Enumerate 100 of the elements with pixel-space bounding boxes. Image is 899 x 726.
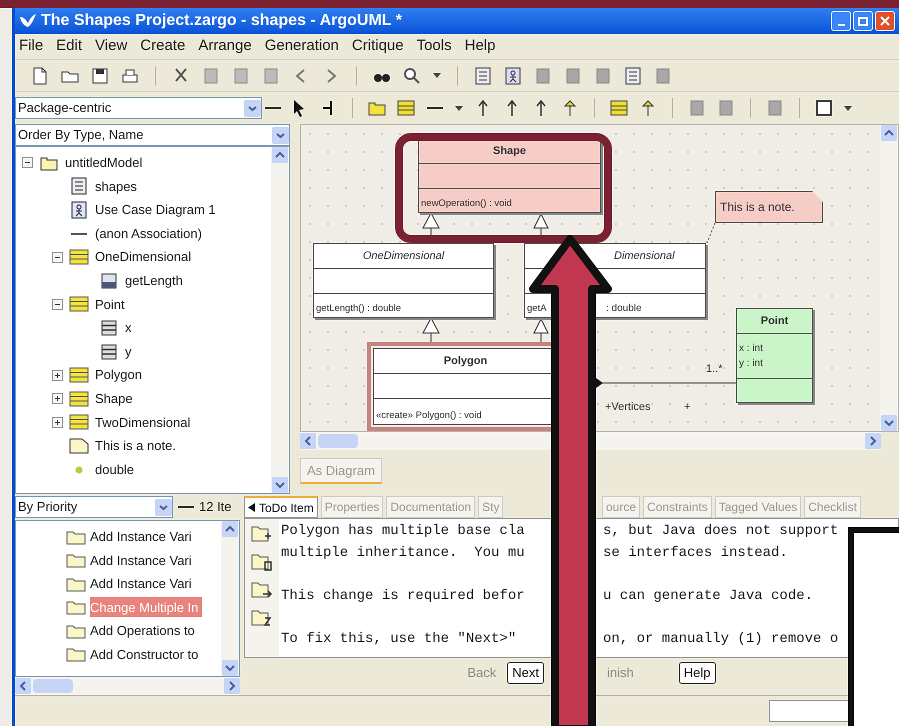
collapse-icon[interactable] <box>52 252 63 263</box>
class-name: Polygon <box>444 354 488 369</box>
scroll-left-icon[interactable] <box>15 678 31 694</box>
menu-item[interactable]: Arrange <box>198 35 252 58</box>
tree-item[interactable]: (anon Association) <box>95 224 202 244</box>
bird-icon <box>19 13 37 29</box>
tree-item[interactable]: TwoDimensional <box>95 412 190 432</box>
expand-icon[interactable] <box>52 370 63 381</box>
tree-item[interactable]: OneDimensional <box>95 247 192 267</box>
class-diagram-icon[interactable] <box>474 66 492 84</box>
menu-item[interactable]: Edit <box>56 35 82 58</box>
menu-item[interactable]: View <box>95 35 128 58</box>
todo-item[interactable]: Add Constructor to <box>90 644 202 664</box>
horizontal-scrollbar[interactable] <box>300 432 881 450</box>
horizontal-scrollbar[interactable] <box>15 677 240 695</box>
attribute-icon <box>101 344 117 360</box>
note-box: This is a note. <box>715 191 823 223</box>
order-dropdown[interactable]: Order By Type, Name <box>15 124 290 146</box>
folder-icon <box>66 622 86 639</box>
new-file-icon[interactable] <box>31 66 49 84</box>
tree-item[interactable]: Use Case Diagram 1 <box>95 200 216 220</box>
generalization-icon[interactable] <box>639 99 657 117</box>
scroll-up-icon[interactable] <box>272 147 288 163</box>
tree-item[interactable]: untitledModel <box>65 153 142 173</box>
close-button[interactable] <box>875 11 895 31</box>
menu-item[interactable]: Tools <box>416 35 452 58</box>
menu-item[interactable]: Create <box>140 35 186 58</box>
stick-figure-icon[interactable] <box>504 66 522 84</box>
scroll-up-icon[interactable] <box>222 521 238 537</box>
generalization-icon[interactable] <box>561 99 579 117</box>
close-icon[interactable] <box>880 16 890 26</box>
class-diagram-icon <box>71 177 87 196</box>
vertical-scrollbar[interactable] <box>271 147 289 493</box>
menu-item[interactable]: Help <box>464 35 496 58</box>
tree-item[interactable]: Point <box>95 294 125 314</box>
note-plus-icon[interactable] <box>251 524 273 544</box>
tree-item[interactable]: double <box>95 460 134 480</box>
caret-icon[interactable] <box>455 106 463 110</box>
folder-icon <box>40 154 58 171</box>
menu-item[interactable]: Generation <box>264 35 339 58</box>
critique-text: u can generate Java code. <box>603 588 814 604</box>
expand-icon[interactable] <box>52 393 63 404</box>
scroll-thumb[interactable] <box>318 434 358 448</box>
attribute-icon <box>101 320 117 336</box>
association-label: + <box>684 400 690 415</box>
stick-figure-icon <box>71 200 87 219</box>
tree-item[interactable]: x <box>125 318 132 338</box>
scroll-down-icon[interactable] <box>881 415 897 431</box>
scroll-right-icon[interactable] <box>224 678 240 694</box>
item-count: 12 Ite <box>199 498 232 516</box>
wizard-button[interactable]: Next <box>507 662 544 684</box>
note-clipboard-icon[interactable] <box>251 552 273 572</box>
todo-item[interactable]: Add Instance Vari <box>90 550 196 570</box>
scroll-up-icon[interactable] <box>881 125 897 141</box>
perspective-dropdown[interactable]: Package-centric <box>15 97 262 119</box>
menu-item[interactable]: File <box>19 35 44 58</box>
vertical-scrollbar[interactable] <box>880 125 898 431</box>
critique-text: s, but Java does not support <box>603 523 838 540</box>
sort-dropdown[interactable]: By Priority <box>15 496 173 518</box>
tree-item[interactable]: Polygon <box>95 365 142 385</box>
scroll-down-icon[interactable] <box>222 660 238 676</box>
todo-item[interactable]: Add Instance Vari <box>90 574 196 594</box>
expand-icon[interactable] <box>52 416 63 428</box>
critique-text: se interfaces instead. <box>603 544 788 561</box>
attribute-text: y : int <box>739 357 763 371</box>
scroll-left-icon[interactable] <box>300 433 316 449</box>
note-z-icon[interactable] <box>251 608 273 628</box>
association-label: +Vertices <box>605 400 651 415</box>
tree-item[interactable]: getLength <box>125 271 183 291</box>
vertical-scrollbar[interactable] <box>221 521 239 676</box>
scroll-down-icon[interactable] <box>272 477 288 493</box>
menu-item[interactable]: Critique <box>352 35 404 58</box>
scroll-thumb[interactable] <box>33 679 73 693</box>
zoom-icon[interactable] <box>403 66 421 84</box>
minimize-button[interactable] <box>831 11 851 31</box>
operation-text: newOperation() : void <box>421 196 512 211</box>
save-icon[interactable] <box>91 66 109 84</box>
scroll-right-icon[interactable] <box>865 433 881 449</box>
folder-icon <box>66 552 86 568</box>
rectangle-icon[interactable] <box>815 99 833 117</box>
tree-item[interactable]: y <box>125 342 132 362</box>
collapse-icon[interactable] <box>52 298 63 310</box>
triangle-icon <box>248 503 255 512</box>
operation-text: getA <box>527 302 547 316</box>
window-title: The Shapes Project.zargo - shapes - ArgoUML * <box>41 11 402 31</box>
print-icon[interactable] <box>121 66 139 84</box>
collapse-icon[interactable] <box>22 157 33 168</box>
wizard-button[interactable]: Help <box>678 662 716 684</box>
tree-item[interactable]: shapes <box>95 176 137 196</box>
todo-item[interactable]: Add Instance Vari <box>90 526 196 547</box>
todo-item[interactable]: Add Operations to <box>90 620 199 641</box>
folder-icon <box>66 528 86 545</box>
note-arrow-icon[interactable] <box>251 580 273 600</box>
maximize-button[interactable] <box>853 11 873 31</box>
tree-item[interactable]: This is a note. <box>95 436 176 456</box>
caret-icon[interactable] <box>844 106 852 110</box>
caret-icon[interactable] <box>433 73 441 78</box>
tab[interactable]: ToDo Item <box>244 496 318 518</box>
class-name: Dimensional <box>614 248 675 264</box>
tree-item[interactable]: Shape <box>95 388 133 408</box>
